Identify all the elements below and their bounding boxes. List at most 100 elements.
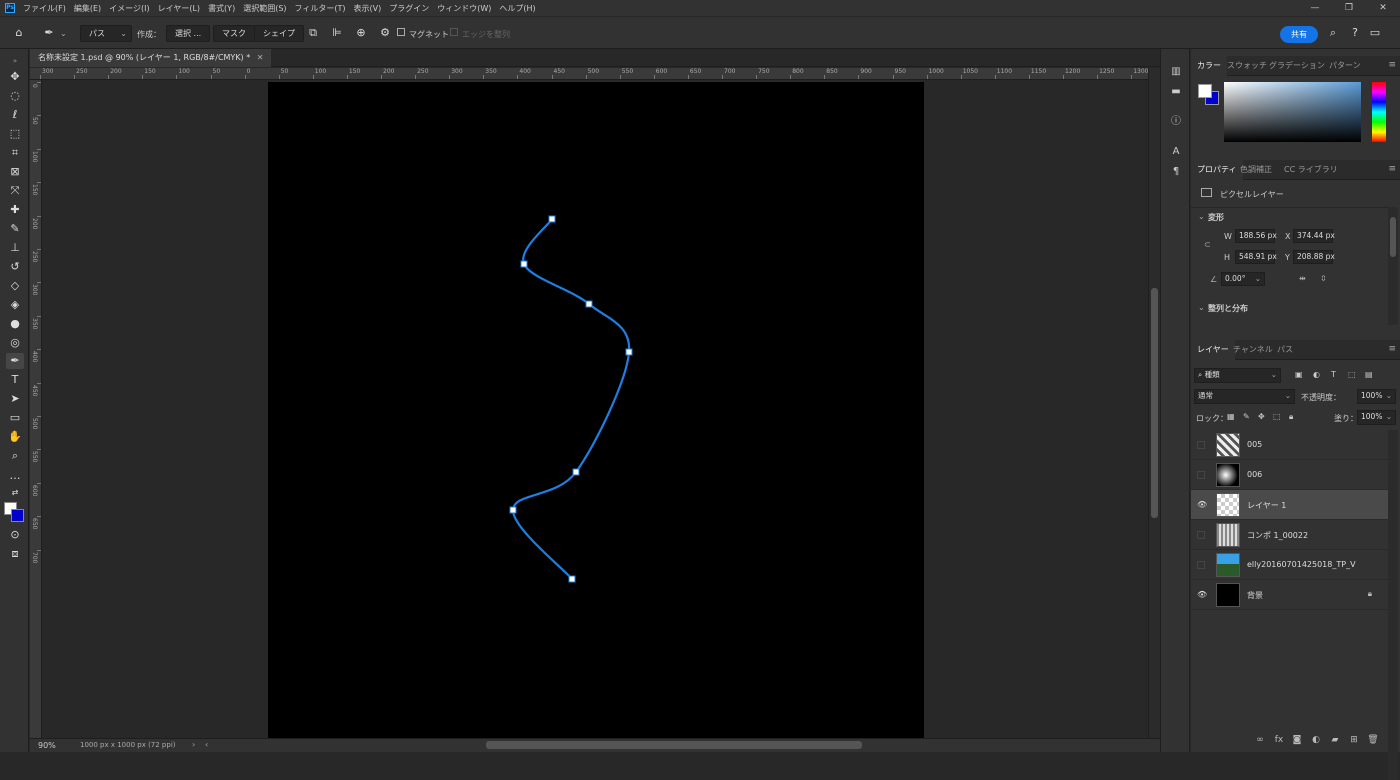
healing-brush-tool-icon[interactable]: ✚ [6,202,24,218]
history-brush-tool-icon[interactable]: ↺ [6,259,24,275]
type-tool-icon[interactable]: T [6,372,24,388]
marquee-tool-icon[interactable]: ◌ [6,88,24,104]
document-size-info[interactable]: 1000 px x 1000 px (72 ppi) [80,741,176,749]
link-layers-icon[interactable]: ∞ [1253,735,1267,747]
align-section-title[interactable]: 整列と分布 [1208,303,1248,314]
layer-row[interactable]: elly20160701425018_TP_V [1191,550,1388,580]
filter-shape-icon[interactable]: ⬚ [1348,370,1356,379]
tab-gradients[interactable]: グラデーション [1263,56,1331,76]
workspace-icon[interactable]: ▭ [1368,26,1382,40]
visibility-toggle[interactable] [1197,441,1205,449]
lock-position-icon[interactable]: ✥ [1258,412,1265,421]
layer-name[interactable]: 背景 [1247,590,1263,601]
color-foreground-swatch[interactable] [1198,84,1212,98]
filter-adjustment-icon[interactable]: ◐ [1313,370,1320,379]
eye-icon[interactable]: 👁︎ [1197,500,1207,510]
visibility-toggle[interactable] [1197,531,1205,539]
eye-icon[interactable]: 👁︎ [1197,590,1207,600]
restore-button[interactable]: ❐ [1332,0,1366,16]
visibility-toggle[interactable] [1197,471,1205,479]
height-field[interactable]: 548.91 px [1235,250,1277,264]
anchor-point[interactable] [509,506,517,514]
chevron-right-icon[interactable]: › [192,740,195,749]
layer-name[interactable]: 005 [1247,440,1262,449]
layer-row[interactable]: 006 [1191,460,1388,490]
flip-horizontal-icon[interactable]: ⇹ [1299,274,1306,283]
transform-section-title[interactable]: 変形 [1208,212,1224,223]
path-operations-icon[interactable]: ⧉ [306,26,320,40]
gear-icon[interactable]: ⚙ [378,26,392,40]
fill-field[interactable]: 100% ⌄ [1357,410,1396,425]
path-mode-select[interactable]: パス ⌄ [80,25,132,42]
filter-smart-object-icon[interactable]: ▤ [1365,370,1373,379]
menu-image[interactable]: イメージ(I) [109,3,149,14]
screen-mode-icon[interactable]: ⧈ [6,546,24,562]
panel-menu-icon[interactable]: ≡ [1388,60,1396,70]
panel-menu-icon[interactable]: ≡ [1388,344,1396,354]
menu-plugins[interactable]: プラグイン [389,3,429,14]
width-field[interactable]: 188.56 px [1235,229,1277,243]
brush-tool-icon[interactable]: ✎ [6,221,24,237]
fx-icon[interactable]: fx [1272,735,1286,747]
chevron-down-icon[interactable]: ⌄ [1198,303,1205,312]
magnet-checkbox[interactable] [397,28,405,36]
tab-cc-libraries[interactable]: CC ライブラリ [1278,160,1344,180]
menu-file[interactable]: ファイル(F) [23,3,66,14]
layer-row[interactable]: 005 [1191,430,1388,460]
lock-artboard-icon[interactable]: ⬚ [1273,412,1281,421]
panel-menu-icon[interactable]: ≡ [1388,164,1396,174]
lock-icon[interactable]: 🔒︎ [1368,589,1372,599]
anchor-point[interactable] [625,348,633,356]
menu-view[interactable]: 表示(V) [354,3,382,14]
menu-filter[interactable]: フィルター(T) [295,3,346,14]
minimize-button[interactable]: — [1298,0,1332,16]
make-shape-button[interactable]: シェイプ [254,25,304,42]
frame-tool-icon[interactable]: ⊠ [6,164,24,180]
menu-edit[interactable]: 編集(E) [74,3,101,14]
history-icon[interactable]: ▥ [1169,65,1183,79]
layer-name[interactable]: レイヤー 1 [1247,500,1286,511]
anchor-point[interactable] [568,575,576,583]
y-field[interactable]: 208.88 px [1293,250,1335,264]
home-icon[interactable]: ⌂ [12,26,26,40]
menu-help[interactable]: ヘルプ(H) [499,3,535,14]
layers-scrollbar[interactable] [1388,430,1398,780]
visibility-toggle[interactable] [1197,561,1205,569]
path-selection-tool-icon[interactable]: ➤ [6,391,24,407]
lock-image-icon[interactable]: ✎ [1243,412,1250,421]
object-selection-tool-icon[interactable]: ⬚ [6,126,24,142]
angle-field[interactable]: 0.00° ⌄ [1221,272,1265,286]
flip-vertical-icon[interactable]: ⇳ [1320,274,1327,283]
opacity-field[interactable]: 100% ⌄ [1357,389,1396,404]
dodge-tool-icon[interactable]: ◎ [6,335,24,351]
scroll-left-icon[interactable]: ‹ [205,740,208,749]
pen-tool-icon[interactable]: ✒ [6,353,24,369]
properties-scroll-thumb[interactable] [1390,217,1396,257]
layer-name[interactable]: 006 [1247,470,1262,479]
x-field[interactable]: 374.44 px [1293,229,1335,243]
layer-name[interactable]: コンポ 1_00022 [1247,530,1308,541]
info-icon[interactable]: ⓘ [1169,115,1183,129]
work-path[interactable] [511,218,631,580]
close-button[interactable]: ✕ [1366,0,1400,16]
crop-tool-icon[interactable]: ⌗ [6,145,24,161]
hand-tool-icon[interactable]: ✋ [6,429,24,445]
comments-icon[interactable]: ▬ [1169,85,1183,99]
path-overlay[interactable] [268,82,924,738]
menu-window[interactable]: ウィンドウ(W) [437,3,491,14]
menu-select[interactable]: 選択範囲(S) [243,3,286,14]
layer-row[interactable]: コンポ 1_00022 [1191,520,1388,550]
anchor-point[interactable] [520,260,528,268]
vertical-scrollbar[interactable] [1148,68,1160,738]
filter-type-icon[interactable]: T [1331,370,1336,379]
blur-tool-icon[interactable]: ● [6,316,24,332]
zoom-tool-icon[interactable]: ⌕ [6,448,24,464]
vertical-scroll-thumb[interactable] [1151,288,1158,518]
close-icon[interactable]: ✕ [257,53,264,62]
layer-filter-select[interactable]: ⌕ 種類 ⌄ [1194,368,1281,383]
new-group-icon[interactable]: ▰ [1328,735,1342,747]
share-button[interactable]: 共有 [1280,26,1318,43]
color-field[interactable] [1224,82,1361,142]
move-tool-icon[interactable]: ✥ [6,69,24,85]
zoom-level[interactable]: 90% [38,741,56,750]
